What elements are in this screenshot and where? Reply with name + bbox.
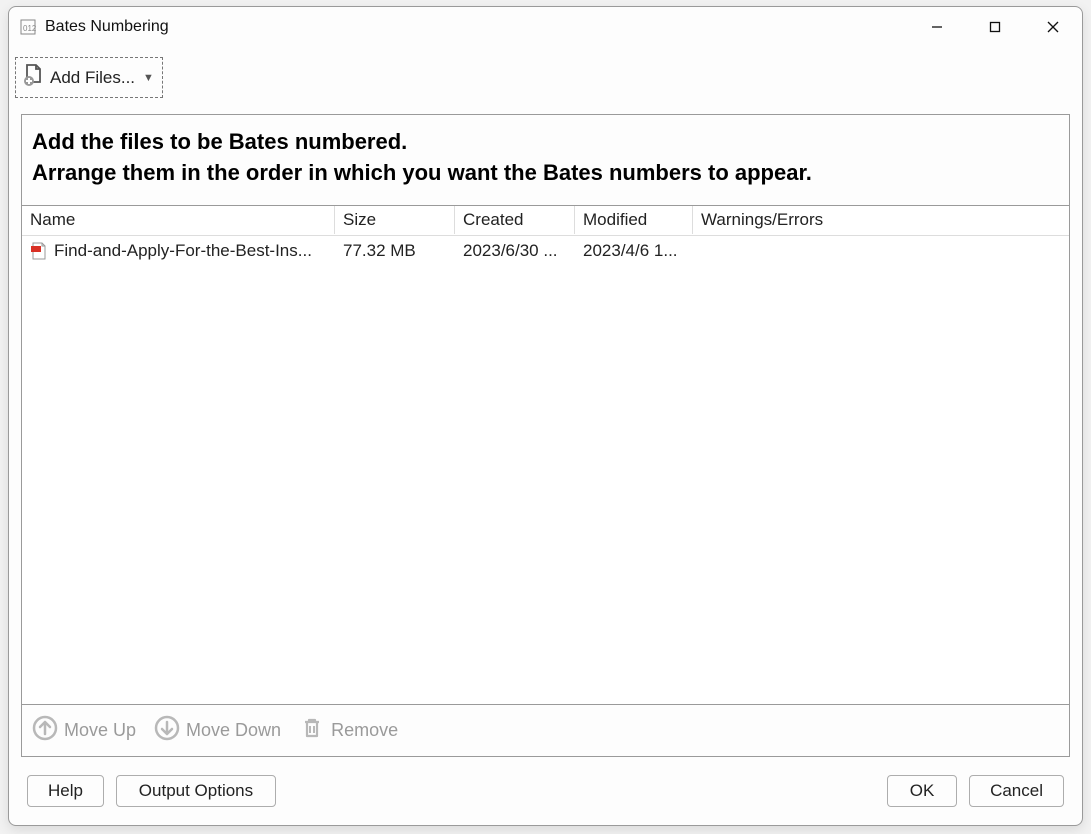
add-file-icon: [20, 62, 46, 93]
pdf-icon: [30, 242, 48, 260]
cancel-button[interactable]: Cancel: [969, 775, 1064, 807]
titlebar: 012 Bates Numbering: [9, 7, 1082, 47]
window-title: Bates Numbering: [45, 18, 169, 36]
add-files-button[interactable]: Add Files... ▼: [15, 57, 163, 98]
main-panel: Add the files to be Bates numbered. Arra…: [21, 114, 1070, 757]
panel-instructions: Add the files to be Bates numbered. Arra…: [22, 115, 1069, 206]
cell-created: 2023/6/30 ...: [455, 238, 575, 264]
chevron-down-icon: ▼: [143, 72, 154, 84]
instruction-line-2: Arrange them in the order in which you w…: [32, 158, 1059, 189]
close-button[interactable]: [1024, 7, 1082, 47]
cell-warnings: [693, 248, 1069, 254]
cell-name: Find-and-Apply-For-the-Best-Ins...: [22, 238, 335, 264]
bottom-bar: Help Output Options OK Cancel: [9, 765, 1082, 825]
help-button[interactable]: Help: [27, 775, 104, 807]
window-controls: [908, 7, 1082, 47]
cell-modified: 2023/4/6 1...: [575, 238, 693, 264]
col-header-created[interactable]: Created: [455, 206, 575, 234]
move-up-label: Move Up: [64, 720, 136, 741]
svg-text:012: 012: [23, 24, 37, 33]
arrow-up-icon: [32, 715, 58, 746]
ok-button[interactable]: OK: [887, 775, 957, 807]
move-up-button[interactable]: Move Up: [32, 715, 136, 746]
panel-footer: Move Up Move Down Remove: [22, 704, 1069, 756]
add-files-label: Add Files...: [50, 68, 135, 88]
output-options-button[interactable]: Output Options: [116, 775, 276, 807]
trash-icon: [299, 715, 325, 746]
arrow-down-icon: [154, 715, 180, 746]
dialog-window: 012 Bates Numbering: [8, 6, 1083, 826]
app-icon: 012: [19, 18, 37, 36]
move-down-button[interactable]: Move Down: [154, 715, 281, 746]
cell-size: 77.32 MB: [335, 238, 455, 264]
instruction-line-1: Add the files to be Bates numbered.: [32, 127, 1059, 158]
table-body: Find-and-Apply-For-the-Best-Ins... 77.32…: [22, 236, 1069, 704]
col-header-name[interactable]: Name: [22, 206, 335, 234]
maximize-button[interactable]: [966, 7, 1024, 47]
move-down-label: Move Down: [186, 720, 281, 741]
file-table: Name Size Created Modified Warnings/Erro…: [22, 206, 1069, 704]
remove-button[interactable]: Remove: [299, 715, 398, 746]
col-header-modified[interactable]: Modified: [575, 206, 693, 234]
table-row[interactable]: Find-and-Apply-For-the-Best-Ins... 77.32…: [22, 236, 1069, 266]
table-header: Name Size Created Modified Warnings/Erro…: [22, 206, 1069, 236]
minimize-button[interactable]: [908, 7, 966, 47]
col-header-warnings[interactable]: Warnings/Errors: [693, 206, 1069, 234]
remove-label: Remove: [331, 720, 398, 741]
file-name: Find-and-Apply-For-the-Best-Ins...: [54, 241, 312, 261]
col-header-size[interactable]: Size: [335, 206, 455, 234]
toolbar: Add Files... ▼: [9, 47, 1082, 104]
